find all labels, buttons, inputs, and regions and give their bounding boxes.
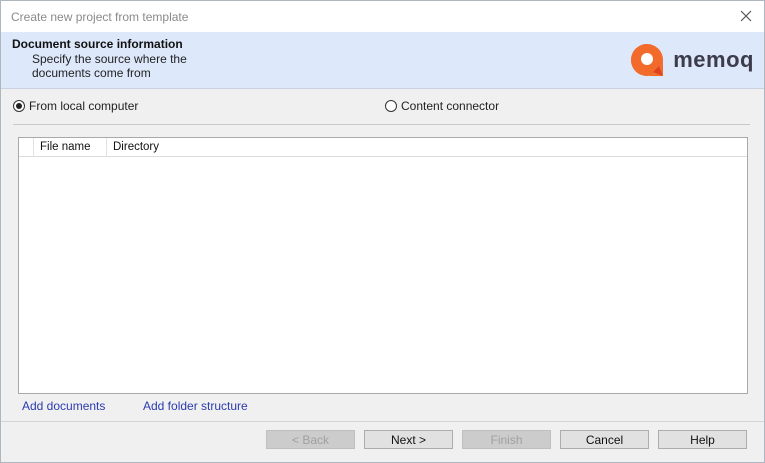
close-icon [740,10,752,22]
finish-button[interactable]: Finish [462,430,551,449]
dialog-window: Create new project from template Documen… [0,0,765,463]
radio-unselected-icon[interactable] [385,100,397,112]
close-button[interactable] [734,5,758,27]
radio-label-connector: Content connector [401,99,500,113]
back-button[interactable]: < Back [266,430,355,449]
window-title: Create new project from template [11,10,189,24]
title-bar: Create new project from template [1,1,764,32]
radio-selected-icon[interactable] [13,100,25,112]
radio-from-local-computer[interactable]: From local computer [13,97,138,115]
file-list-header: File name Directory [19,138,747,157]
footer-divider [1,421,764,422]
divider [13,124,750,125]
wizard-header: Document source information Specify the … [1,32,764,89]
next-button[interactable]: Next > [364,430,453,449]
column-directory[interactable]: Directory [107,138,747,156]
cancel-button[interactable]: Cancel [560,430,649,449]
header-description: Specify the source where the documents c… [32,52,187,80]
column-file-name[interactable]: File name [34,138,107,156]
column-checkbox[interactable] [19,138,34,156]
add-folder-structure-link[interactable]: Add folder structure [143,399,248,413]
help-button[interactable]: Help [658,430,747,449]
radio-content-connector[interactable]: Content connector [385,97,499,115]
radio-label-local: From local computer [29,99,139,113]
add-documents-link[interactable]: Add documents [22,399,105,413]
file-list[interactable]: File name Directory [18,137,748,394]
logo-text: memoq [673,47,754,72]
header-title: Document source information [12,37,183,51]
memoq-logo-icon [631,44,664,76]
memoq-logo: memoq [629,41,754,79]
